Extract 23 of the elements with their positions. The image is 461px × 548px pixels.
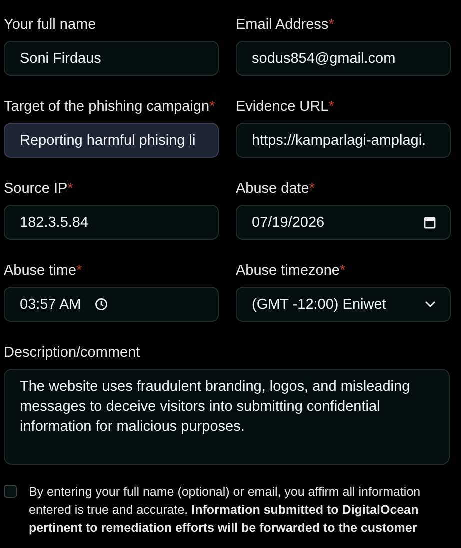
input-field[interactable]: 03:57 AM (4, 287, 219, 322)
field-label: Abuse timezone* (236, 262, 347, 281)
field-label: Target of the phishing campaign* (4, 98, 216, 117)
input-field[interactable]: https://kamparlagi-amplagi. (236, 123, 451, 158)
field-label: Abuse time* (4, 262, 84, 281)
input-field[interactable]: Soni Firdaus (4, 41, 219, 76)
calendar-icon[interactable] (424, 216, 436, 229)
timezone-select[interactable]: (GMT -12:00) Eniwet (236, 287, 451, 322)
chevron-down-icon[interactable] (425, 301, 436, 308)
input-field[interactable]: 07/19/2026 (236, 205, 451, 240)
field-label: Description/comment (4, 344, 142, 363)
input-field[interactable]: Reporting harmful phising li (4, 123, 219, 158)
input-field[interactable]: sodus854@gmail.com (236, 41, 451, 76)
field-label: Source IP* (4, 180, 74, 199)
field-label: Evidence URL* (236, 98, 336, 117)
consent-text: By entering your full name (optional) or email, you affirm all information entered is true and accurate. Information submitted to DigitalOcean pertinent to remediation efforts will be forwarded to the customer (29, 484, 422, 537)
clock-icon[interactable] (95, 298, 108, 311)
field-label: Abuse date* (236, 180, 316, 199)
field-label: Email Address* (236, 16, 336, 35)
field-label: Your full name (4, 16, 98, 35)
input-field[interactable]: 182.3.5.84 (4, 205, 219, 240)
consent-checkbox[interactable] (4, 485, 17, 498)
description-field[interactable]: The website uses fraudulent branding, logos, and misleading messages to deceive visitors into submitting confidential information for malicious purposes. (4, 369, 450, 465)
